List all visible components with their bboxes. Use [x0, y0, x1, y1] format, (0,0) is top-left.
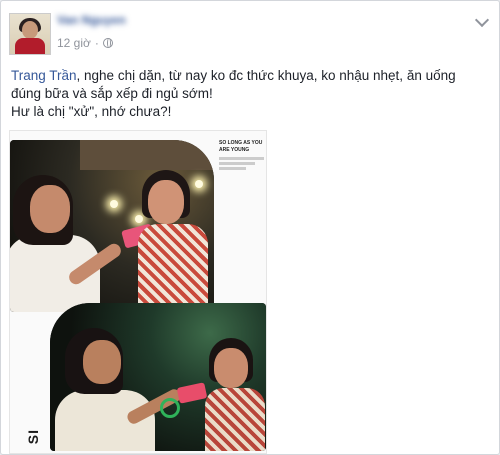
photo-panel-bottom: [50, 303, 266, 451]
photo-panel-top: [10, 140, 214, 312]
chevron-down-icon[interactable]: [474, 12, 490, 28]
post-text-line2: đúng bữa và sắp xếp đi ngủ sớm!: [11, 86, 213, 101]
author-name[interactable]: Van Nguyen: [57, 13, 147, 29]
photo-side-text: SI: [13, 349, 41, 449]
photo-caption-title: SO LONG AS YOU ARE YOUNG: [219, 140, 263, 153]
post-meta: 12 giờ ·: [57, 36, 113, 50]
meta-separator: ·: [94, 36, 99, 50]
photo-side-big-text: SI: [25, 429, 41, 445]
post-text-line1: , nghe chị dặn, từ nay ko đc thức khuya,…: [76, 68, 456, 83]
photo-caption: SO LONG AS YOU ARE YOUNG: [219, 140, 264, 170]
post-text-line3: Hư là chị "xử", nhớ chưa?!: [11, 104, 172, 119]
author-avatar[interactable]: [9, 13, 51, 55]
mention-link[interactable]: Trang Trần: [11, 68, 77, 83]
post-time[interactable]: 12 giờ: [57, 36, 91, 50]
post-photo[interactable]: SO LONG AS YOU ARE YOUNG SI: [9, 130, 267, 454]
post-card: Van Nguyen 12 giờ · Trang Trần, nghe chị…: [0, 0, 500, 455]
post-text: Trang Trần, nghe chị dặn, từ nay ko đc t…: [11, 67, 481, 121]
globe-icon[interactable]: [102, 38, 113, 48]
